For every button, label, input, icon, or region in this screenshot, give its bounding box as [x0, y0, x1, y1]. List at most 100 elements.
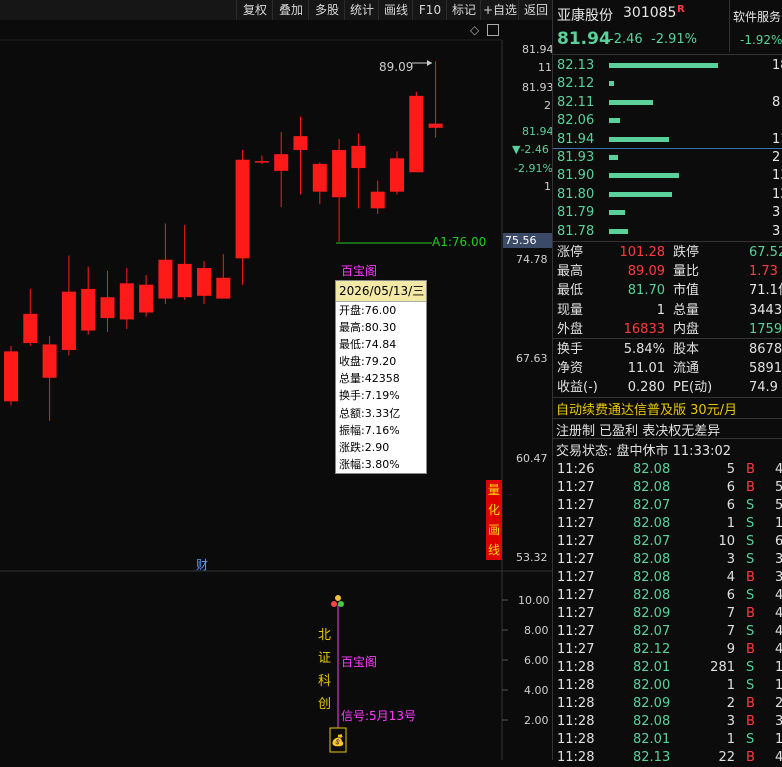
tooltip-line: 涨幅:3.80% [339, 457, 400, 471]
lower-axis-label: 10.00 [518, 594, 550, 607]
order-book-ask-row[interactable]: 82.12 [553, 74, 782, 93]
tick-price: 82.08 [633, 516, 671, 531]
sector-link[interactable]: 软件服务 [733, 8, 781, 25]
candle-body[interactable] [312, 163, 327, 192]
candle-body[interactable] [177, 263, 192, 298]
bse-char: 科 [318, 674, 332, 689]
candle-body[interactable] [274, 154, 289, 171]
tick-volume: 5 [726, 462, 735, 477]
order-volume-bar [609, 210, 625, 216]
lower-axis-label: 6.00 [524, 654, 549, 667]
axis-label: ▼-2.46 [512, 143, 549, 156]
tick-count: 4 [775, 588, 782, 603]
order-volume-bar [609, 81, 614, 87]
tick-volume: 3 [726, 714, 735, 729]
signal-date-label: 信号:5月13号 [341, 709, 416, 723]
candle-body[interactable] [409, 95, 424, 173]
tick-price: 82.08 [633, 480, 671, 495]
tick-row: 11:27 82.07 7 S 4 [553, 622, 782, 641]
tick-side: S [746, 732, 755, 747]
axis-label: 2 [544, 99, 551, 112]
tick-volume: 9 [726, 642, 735, 657]
fundamental-row: 收益(-) 0.280 PE(动) 74.9 [553, 378, 782, 397]
stock-code: 301085 [623, 5, 677, 21]
candle-body[interactable] [158, 259, 173, 299]
tick-volume: 22 [718, 750, 735, 765]
tick-time: 11:27 [557, 570, 595, 585]
tick-time: 11:28 [557, 678, 595, 693]
tick-side: S [746, 588, 755, 603]
lower-baobaoge-label[interactable]: 百宝阁 [341, 653, 377, 670]
trade-status: 交易状态: 盘中休市 11:33:02 [556, 444, 732, 459]
stat-value: 101.28 [619, 245, 666, 260]
tick-row: 11:27 82.09 7 B 4 [553, 604, 782, 623]
candle-body[interactable] [81, 288, 96, 331]
tick-count: 1 [775, 678, 782, 693]
diamond-icon[interactable]: ◇ [470, 23, 479, 37]
candle-body[interactable] [351, 145, 366, 169]
candle-body[interactable] [390, 158, 404, 192]
tick-side: S [746, 516, 755, 531]
tooltip-line: 最低:74.84 [339, 338, 397, 352]
candle-body[interactable] [42, 344, 57, 378]
order-book-bid-row[interactable]: 81.79 3 [553, 203, 782, 222]
candle-body[interactable] [428, 123, 443, 128]
tick-time: 11:27 [557, 480, 595, 495]
candle-body[interactable] [139, 284, 154, 313]
candle-body[interactable] [61, 291, 76, 350]
stat-label: 跌停 [673, 245, 700, 260]
tick-price: 82.08 [633, 462, 671, 477]
candle-body[interactable] [23, 313, 38, 344]
fund-label: 换手 [557, 342, 584, 357]
tick-side: B [746, 714, 755, 729]
tick-count: 5 [775, 480, 782, 495]
tick-volume: 6 [726, 588, 735, 603]
quant-draw-button[interactable]: 量 化 画 线 [486, 480, 502, 560]
candle-body[interactable] [370, 191, 385, 209]
order-volume: 3 [772, 223, 781, 239]
quote-panel: 亚康股份 301085 R 软件服务 -1.92% 81.94 -2.46 -2… [552, 0, 782, 765]
axis-label: 60.47 [516, 452, 548, 465]
axis-label: 1 [544, 180, 551, 193]
tick-price: 82.08 [633, 714, 671, 729]
candle-body[interactable] [100, 297, 115, 319]
kline-chart[interactable]: 💰 [0, 0, 552, 760]
stat-row: 涨停 101.28 跌停 67.52 [553, 243, 782, 262]
tick-volume: 2 [726, 696, 735, 711]
order-price: 82.11 [557, 94, 595, 110]
candle-body[interactable] [293, 136, 308, 151]
stat-row: 现量 1 总量 34430 [553, 301, 782, 320]
tick-time: 11:28 [557, 696, 595, 711]
fundamental-row: 净资 11.01 流通 5891万 [553, 359, 782, 378]
baobaoge-label[interactable]: 百宝阁 [341, 262, 377, 279]
candle-body[interactable] [4, 351, 18, 402]
axis-label: 81.94 [522, 43, 554, 56]
order-book-ask-row[interactable]: 82.11 8 [553, 93, 782, 112]
order-book-bid-row[interactable]: 81.78 3 [553, 222, 782, 241]
tick-row: 11:28 82.00 1 S 1 [553, 676, 782, 695]
order-volume: 18 [772, 58, 782, 73]
tick-side: B [746, 462, 755, 477]
tick-volume: 281 [710, 660, 735, 675]
finance-marker[interactable]: 财 [196, 556, 208, 573]
candle-body[interactable] [197, 268, 211, 296]
tick-count: 4 [775, 750, 782, 765]
tick-time: 11:28 [557, 714, 595, 729]
stat-label: 最低 [557, 283, 584, 299]
stat-label: 涨停 [557, 245, 584, 260]
candle-body[interactable] [235, 159, 250, 259]
promo-link[interactable]: 自动续费通达信普及版 30元/月 [556, 399, 737, 418]
tick-volume: 7 [726, 606, 735, 621]
order-book-bid-row[interactable]: 81.93 2 [553, 148, 782, 167]
order-book-bid-row[interactable]: 81.80 12 [553, 185, 782, 204]
candle-body[interactable] [119, 283, 134, 320]
candle-body[interactable] [332, 150, 347, 198]
order-book-ask-row[interactable]: 82.06 [553, 111, 782, 130]
stat-value: 34430 [749, 302, 782, 318]
order-book-ask-row[interactable]: 81.94 11 [553, 130, 782, 149]
candle-body[interactable] [216, 277, 231, 299]
order-book-ask-row[interactable]: 82.13 18 [553, 56, 782, 75]
candle-body[interactable] [254, 161, 269, 163]
order-book-bid-row[interactable]: 81.90 13 [553, 166, 782, 185]
panel-toggle-icon[interactable] [487, 24, 499, 36]
